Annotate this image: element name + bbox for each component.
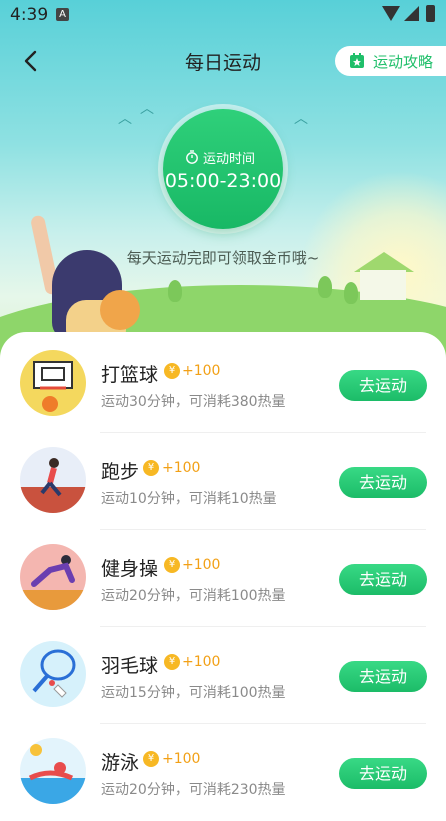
list-item: 跑步 ¥ +100 运动10分钟，可消耗10热量 去运动 (0, 433, 446, 530)
guide-label: 运动攻略 (373, 52, 434, 71)
bird-icon: ︿ (118, 111, 132, 127)
coin-icon: ¥ (164, 654, 180, 670)
coin-icon: ¥ (164, 363, 180, 379)
go-exercise-button[interactable]: 去运动 (339, 564, 427, 595)
reward-amount: +100 (182, 363, 221, 379)
hint-text: 每天运动完即可领取金币哦~ (126, 249, 320, 267)
go-exercise-button[interactable]: 去运动 (339, 758, 427, 789)
basketball-icon (20, 350, 86, 416)
coin-icon: ¥ (164, 557, 180, 573)
activity-desc: 运动20分钟，可消耗230热量 (101, 782, 286, 798)
dog-illustration (100, 290, 140, 330)
bookmark-star-icon (350, 53, 364, 68)
running-icon (20, 447, 86, 513)
guide-button[interactable]: 运动攻略 (335, 46, 446, 76)
activity-name: 跑步 (101, 461, 140, 483)
activity-desc: 运动15分钟，可消耗100热量 (101, 685, 286, 701)
bird-icon: ︿ (294, 111, 308, 127)
tree (318, 276, 332, 298)
notification-icon: A (56, 8, 69, 21)
list-item: 健身操 ¥ +100 运动20分钟，可消耗100热量 去运动 (0, 530, 446, 627)
activity-name: 打篮球 (101, 364, 159, 386)
activity-name: 健身操 (101, 558, 159, 580)
activity-desc: 运动20分钟，可消耗100热量 (101, 588, 286, 604)
time-circle (163, 109, 283, 229)
fitness-icon (20, 544, 86, 610)
stopwatch-icon (186, 150, 198, 164)
reward-amount: +100 (182, 654, 221, 670)
bird-icon: ︿ (140, 101, 154, 117)
badminton-icon (20, 641, 86, 707)
time-label: 运动时间 (203, 152, 256, 167)
list-item: 游泳 ¥ +100 运动20分钟，可消耗230热量 去运动 (0, 724, 446, 821)
time-range: 05:00-23:00 (164, 170, 282, 192)
reward-amount: +100 (182, 557, 221, 573)
battery-icon (426, 5, 435, 22)
swimming-icon (20, 738, 86, 804)
activity-list: 打篮球 ¥ +100 运动30分钟，可消耗380热量 去运动 跑步 ¥ +100… (0, 332, 446, 812)
tree (168, 280, 182, 302)
wifi-icon (382, 6, 400, 21)
go-exercise-button[interactable]: 去运动 (339, 467, 427, 498)
coin-icon: ¥ (143, 751, 159, 767)
signal-icon (404, 6, 419, 21)
house (360, 270, 406, 300)
list-item: 羽毛球 ¥ +100 运动15分钟，可消耗100热量 去运动 (0, 627, 446, 724)
coin-icon: ¥ (143, 460, 159, 476)
status-time: 4:39 (10, 5, 49, 25)
reward-amount: +100 (162, 751, 201, 767)
list-item: 打篮球 ¥ +100 运动30分钟，可消耗380热量 去运动 (0, 336, 446, 433)
activity-name: 羽毛球 (101, 655, 159, 677)
go-exercise-button[interactable]: 去运动 (339, 370, 427, 401)
activity-desc: 运动30分钟，可消耗380热量 (101, 394, 286, 410)
activity-name: 游泳 (101, 752, 140, 774)
activity-desc: 运动10分钟，可消耗10热量 (101, 491, 277, 507)
go-exercise-button[interactable]: 去运动 (339, 661, 427, 692)
tree (344, 282, 358, 304)
status-bar: 4:39 A (0, 0, 446, 30)
reward-amount: +100 (162, 460, 201, 476)
